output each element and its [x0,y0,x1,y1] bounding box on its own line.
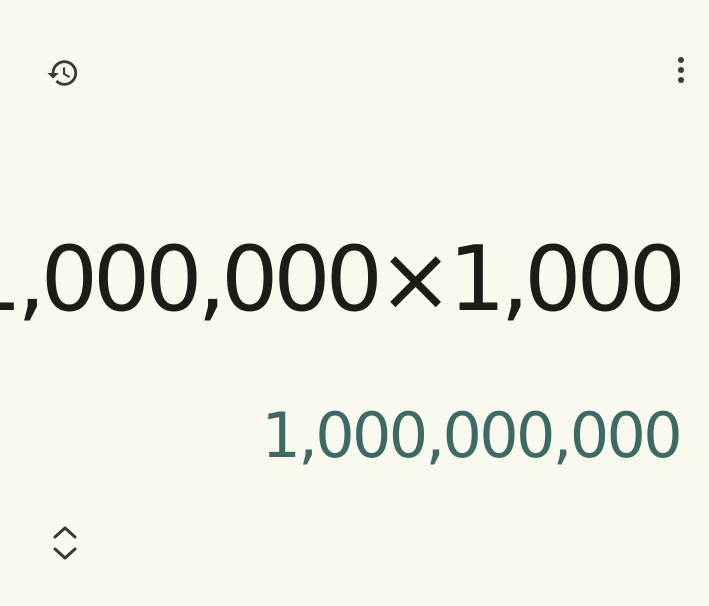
history-icon [47,60,78,86]
history-button[interactable] [38,48,88,98]
more-vert-icon [678,57,684,83]
unfold-more-icon [53,526,77,560]
calculator-display: 1,000,000×1,000 1,000,000,000 [0,0,709,606]
result-preview: 1,000,000,000 [261,399,683,472]
more-options-button[interactable] [656,46,706,96]
expression-display[interactable]: 1,000,000×1,000 [0,226,686,334]
expand-keypad-button[interactable] [40,518,90,568]
